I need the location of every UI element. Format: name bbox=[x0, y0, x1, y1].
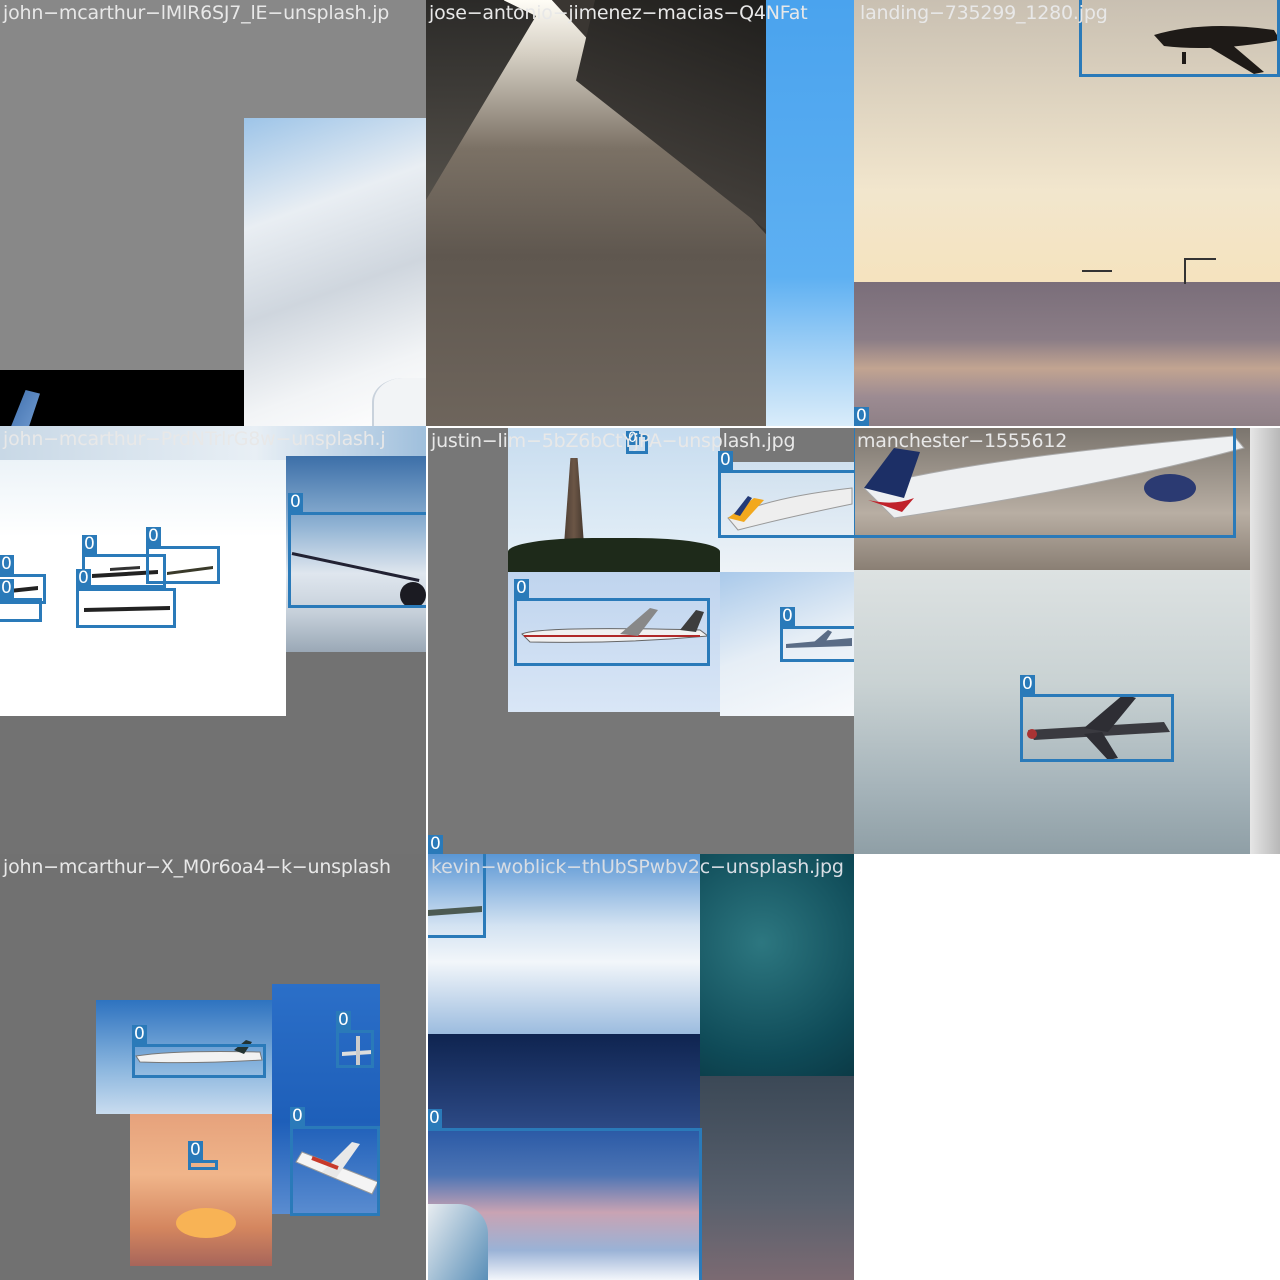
detection-label: 0 bbox=[82, 534, 97, 554]
detection-box: 0 bbox=[718, 451, 854, 538]
detection-label: 0 bbox=[288, 492, 303, 512]
detection-label: 0 bbox=[132, 1024, 147, 1044]
sunset-sky-photo bbox=[130, 1114, 272, 1266]
tile-filename: john−mcarthur−PrdNTrlrG8w−unsplash.j bbox=[3, 428, 386, 450]
tile-filename: john−mcarthur−lMlR6SJ7_lE−unsplash.jp bbox=[3, 2, 390, 24]
detection-label: 0 bbox=[428, 834, 443, 854]
dusk-sky-photo bbox=[428, 1034, 700, 1130]
detection-label: 0 bbox=[780, 606, 795, 626]
detection-label: 0 bbox=[0, 554, 14, 574]
mosaic-tile-6: 0 manchester−1555612 bbox=[854, 428, 1280, 854]
detection-box: 0 bbox=[428, 1109, 702, 1280]
detection-box: 0 bbox=[146, 527, 220, 584]
tile-filename: manchester−1555612 bbox=[857, 430, 1068, 452]
mosaic-tile-4: 0 0 0 0 0 0 john−mcarthur−PrdNTrlrG8w−un… bbox=[0, 426, 426, 854]
tile-filename: jose−antonio−jimenez−macias−Q4NFat bbox=[429, 2, 808, 24]
detection-label: 0 bbox=[514, 578, 529, 598]
detection-label: 0 bbox=[428, 1108, 442, 1128]
ocean-photo bbox=[700, 854, 854, 1076]
night-sky-photo bbox=[700, 1076, 854, 1280]
detection-box: 0 bbox=[336, 1011, 374, 1068]
detection-box: 0 bbox=[1020, 675, 1174, 762]
runway-light-pole bbox=[1082, 270, 1112, 284]
runway-light-pole bbox=[1184, 258, 1216, 284]
detection-box: 0 bbox=[76, 569, 176, 628]
blue-sky-strip bbox=[766, 0, 854, 426]
mosaic-tile-8: 0 kevin−woblick−thUbSPwbv2c−unsplash.jpg bbox=[428, 854, 854, 1280]
detection-label: 0 bbox=[0, 578, 14, 598]
detection-box: 0 bbox=[132, 1025, 266, 1078]
detection-box bbox=[1079, 0, 1280, 77]
detection-box: 0 bbox=[288, 493, 426, 608]
sunset-cloud bbox=[176, 1208, 236, 1238]
detection-label: 0 bbox=[76, 568, 91, 588]
detection-label: 0 bbox=[718, 450, 733, 470]
tile-filename: john−mcarthur−X_M0r6oa4−k−unsplash bbox=[3, 856, 391, 878]
tile-filename: landing−735299_1280.jpg bbox=[860, 2, 1108, 24]
aircraft-nose-fragment bbox=[372, 378, 426, 426]
detection-label: 0 bbox=[854, 406, 869, 426]
mosaic-tile-2: jose−antonio−jimenez−macias−Q4NFat bbox=[426, 0, 854, 426]
detection-box: 0 bbox=[514, 579, 710, 666]
tile-filename: justin−lim−5bZ6bCtYjPA−unsplash.jpg bbox=[431, 430, 796, 452]
trees bbox=[508, 538, 720, 572]
detection-box: 0 bbox=[780, 607, 854, 662]
detection-box: 0 bbox=[290, 1107, 380, 1216]
sunset-clouds-photo bbox=[854, 282, 1280, 426]
detection-label: 0 bbox=[1020, 674, 1035, 694]
detection-box: 0 bbox=[188, 1141, 218, 1170]
detection-label: 0 bbox=[290, 1106, 305, 1126]
edge-strip bbox=[1250, 428, 1280, 854]
detection-label: 0 bbox=[188, 1140, 203, 1160]
mosaic-tile-5: 0 0 0 0 0 justin−lim−5bZ6bCtYjPA−unsplas… bbox=[428, 428, 854, 854]
mosaic-tile-1: john−mcarthur−lMlR6SJ7_lE−unsplash.jp bbox=[0, 0, 426, 426]
detection-label: 0 bbox=[146, 526, 161, 546]
mosaic-tile-7: 0 0 0 0 john−mcarthur−X_M0r6oa4−k−unspla… bbox=[0, 854, 426, 1280]
mosaic-tile-3: 0 landing−735299_1280.jpg bbox=[854, 0, 1280, 426]
tile-filename: kevin−woblick−thUbSPwbv2c−unsplash.jpg bbox=[431, 856, 844, 878]
detection-box: 0 bbox=[0, 579, 42, 622]
detection-label: 0 bbox=[336, 1010, 351, 1030]
